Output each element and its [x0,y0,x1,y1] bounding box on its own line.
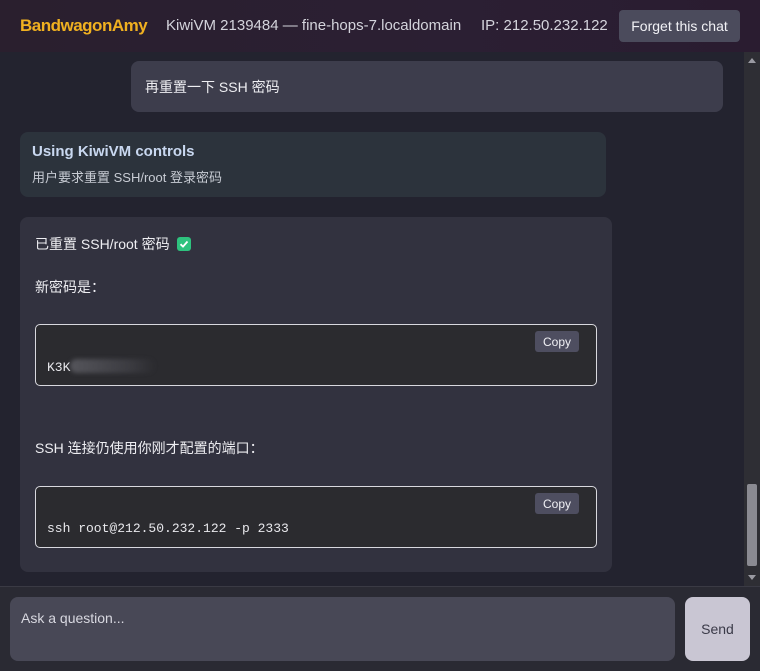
scroll-up-icon[interactable] [748,58,756,63]
top-bar: BandwagonAmy KiwiVM 2139484 — fine-hops-… [0,0,760,52]
question-input[interactable] [10,597,675,661]
tool-title: Using KiwiVM controls [32,143,195,160]
scrollbar-thumb[interactable] [747,484,757,566]
ssh-port-note: SSH 连接仍使用你刚才配置的端口： [35,440,264,456]
server-title: KiwiVM 2139484 — fine-hops-7.localdomain [166,17,462,34]
reply-status-text: 已重置 SSH/root 密码 [35,236,170,252]
user-message: 再重置一下 SSH 密码 [131,61,723,112]
tool-description: 用户要求重置 SSH/root 登录密码 [32,170,222,185]
assistant-reply: 已重置 SSH/root 密码 新密码是： Copy K3K SSH 连接仍使用… [20,217,612,572]
password-code: K3K [47,359,157,375]
copy-ssh-button[interactable]: Copy [535,493,579,514]
scroll-down-icon[interactable] [748,575,756,580]
brand-logo: BandwagonAmy [20,16,148,35]
chat-area: 再重置一下 SSH 密码 Using KiwiVM controls 用户要求重… [0,52,744,586]
password-redaction [70,359,157,373]
copy-password-button[interactable]: Copy [535,331,579,352]
ssh-code-block: Copy ssh root@212.50.232.122 -p 2333 [35,486,597,548]
check-icon [177,237,192,251]
chat-scrollbar[interactable] [744,52,760,586]
password-code-block: Copy K3K [35,324,597,386]
new-password-label: 新密码是： [35,279,105,295]
password-visible: K3K [47,360,71,375]
composer: Send [0,586,760,671]
ssh-command: ssh root@212.50.232.122 -p 2333 [47,521,289,536]
server-ip: IP: 212.50.232.122 [481,17,608,34]
forget-chat-button[interactable]: Forget this chat [619,10,740,42]
reply-status: 已重置 SSH/root 密码 [35,234,192,254]
send-button[interactable]: Send [685,597,750,661]
tool-use-card: Using KiwiVM controls 用户要求重置 SSH/root 登录… [20,132,606,197]
